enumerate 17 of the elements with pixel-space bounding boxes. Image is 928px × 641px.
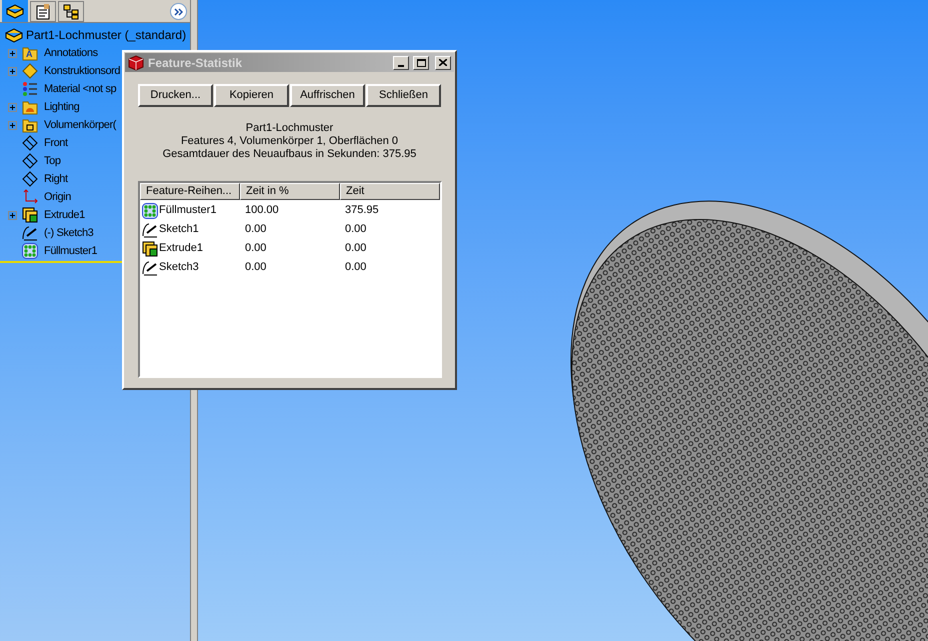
table-cell-text: Sketch1 [159, 222, 199, 238]
table-cell-text: 0.00 [345, 260, 366, 276]
summary-text: Part1-Lochmuster [246, 122, 334, 135]
summary-text: Gesamtdauer des Neuaufbaus in Sekunden: 375.95 [162, 148, 416, 161]
table-cell-text: Extrude1 [159, 241, 204, 256]
table-cell-text: 100.00 [245, 203, 279, 218]
table-cell-text: 0.00 [345, 241, 366, 256]
table-cell-text: 0.00 [245, 222, 266, 238]
table-cell-text: Sketch3 [159, 260, 199, 276]
table-cell-text: 0.00 [245, 260, 266, 276]
folder-icon: A [22, 45, 38, 61]
table-cell-text: 0.00 [245, 241, 266, 256]
table-cell-text: 0.00 [345, 222, 366, 238]
summary-text: Features 4, Volumenkörper 1, Oberflächen 0 [180, 135, 398, 148]
table-cell-text: Füllmuster1 [159, 203, 216, 218]
table-cell-text: 375.95 [345, 203, 379, 218]
dialog-title: Feature-Statistik [148, 54, 244, 72]
